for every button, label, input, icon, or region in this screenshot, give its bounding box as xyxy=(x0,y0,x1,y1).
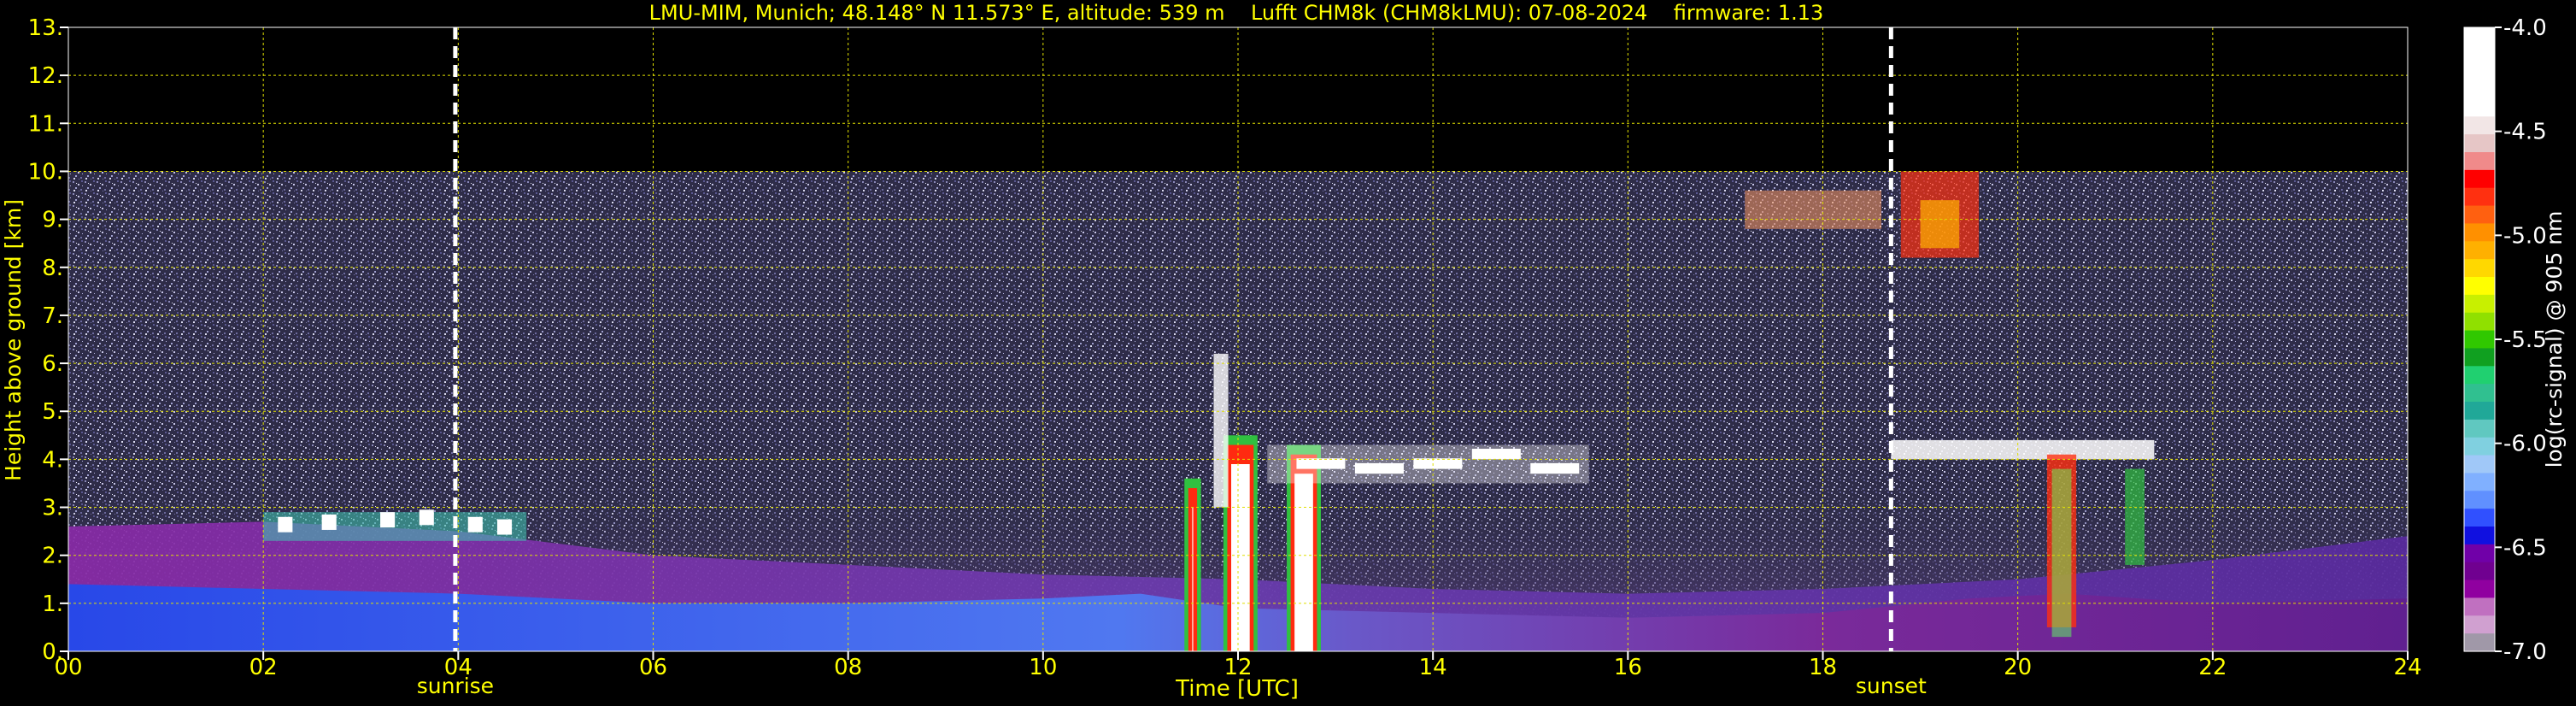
colorbar-tick-label: -5.0 xyxy=(2503,223,2547,249)
colorbar-swatch xyxy=(2464,44,2495,64)
colorbar-swatch xyxy=(2464,473,2495,491)
x-tick-label: 22 xyxy=(2198,655,2227,680)
anvil-streak xyxy=(1213,353,1229,508)
colorbar-swatch xyxy=(2464,348,2495,367)
colorbar-swatch xyxy=(2464,330,2495,350)
bl-cloud-top xyxy=(321,514,337,530)
colorbar-swatch xyxy=(2464,241,2495,260)
mid-cloud-top xyxy=(1296,458,1346,469)
evening-cloud-top xyxy=(1891,439,2155,460)
x-tick-label: 06 xyxy=(639,655,667,680)
y-tick-label: 5. xyxy=(42,399,63,425)
colorbar-swatch xyxy=(2464,205,2495,225)
colorbar-swatch xyxy=(2464,562,2495,581)
colorbar-swatch xyxy=(2464,294,2495,314)
colorbar-swatch xyxy=(2464,259,2495,278)
mid-cloud-top xyxy=(1530,462,1580,474)
y-tick-label: 7. xyxy=(42,303,63,329)
y-tick-label: 2. xyxy=(42,544,63,569)
colorbar-swatch xyxy=(2464,544,2495,563)
y-axis-label: Height above ground [km] xyxy=(1,199,26,481)
y-tick-label: 11. xyxy=(28,111,63,137)
colorbar-swatch xyxy=(2464,527,2495,545)
colorbar-swatch xyxy=(2464,633,2495,652)
colorbar-swatch xyxy=(2464,437,2495,456)
mid-cloud-top xyxy=(1413,458,1463,469)
x-tick-label: 20 xyxy=(2004,655,2032,680)
sunset-label: sunset xyxy=(1856,674,1927,698)
colorbar-swatch xyxy=(2464,80,2495,100)
colorbar-swatch xyxy=(2464,27,2495,46)
colorbar-tick-label: -4.0 xyxy=(2503,15,2547,41)
y-tick-label: 12. xyxy=(28,63,63,89)
bl-cloud-top xyxy=(496,519,513,535)
x-tick-label: 02 xyxy=(249,655,278,680)
high-cloud-center xyxy=(1920,200,1960,249)
colorbar-swatch xyxy=(2464,312,2495,332)
x-tick-label: 18 xyxy=(1809,655,1837,680)
mid-cloud-top xyxy=(1354,462,1404,474)
x-tick-label: 04 xyxy=(444,655,472,680)
colorbar-swatch xyxy=(2464,580,2495,599)
colorbar-swatch xyxy=(2464,597,2495,616)
colorbar-label: log(rc-signal) @ 905 nm xyxy=(2542,211,2567,468)
colorbar-tick-label: -6.5 xyxy=(2503,535,2547,561)
x-tick-label: 10 xyxy=(1029,655,1057,680)
colorbar-swatch xyxy=(2464,187,2495,207)
bl-cloud-top xyxy=(380,512,396,528)
bl-cloud-top xyxy=(467,516,483,532)
y-tick-label: 3. xyxy=(42,496,63,521)
x-tick-label: 24 xyxy=(2393,655,2421,680)
x-tick-label: 00 xyxy=(54,655,82,680)
colorbar-swatch xyxy=(2464,152,2495,171)
colorbar-tick-label: -4.5 xyxy=(2503,120,2547,145)
colorbar-swatch xyxy=(2464,491,2495,509)
y-tick-label: 1. xyxy=(42,591,63,617)
x-tick-label: 14 xyxy=(1419,655,1447,680)
bl-cloud-top xyxy=(419,509,434,526)
colorbar-swatch xyxy=(2464,419,2495,438)
y-tick-label: 4. xyxy=(42,447,63,473)
mid-cloud-top xyxy=(1471,449,1521,460)
y-tick-label: 6. xyxy=(42,351,63,377)
colorbar-swatch xyxy=(2464,134,2495,153)
colorbar-tick-label: -5.5 xyxy=(2503,327,2547,353)
colorbar-swatch xyxy=(2464,116,2495,135)
colorbar-swatch xyxy=(2464,402,2495,421)
cloud-tower-center xyxy=(1192,507,1194,651)
colorbar-swatch xyxy=(2464,169,2495,189)
x-axis-label: Time [UTC] xyxy=(1175,676,1299,702)
x-tick-label: 08 xyxy=(834,655,862,680)
colorbar-swatch xyxy=(2464,277,2495,296)
bl-cloud-top xyxy=(278,516,293,532)
colorbar-swatch xyxy=(2464,509,2495,527)
colorbar-swatch xyxy=(2464,615,2495,634)
colorbar-swatch xyxy=(2464,98,2495,117)
evening-fall-streak-2 xyxy=(2125,468,2145,565)
colorbar-swatch xyxy=(2464,455,2495,474)
colorbar-tick-label: -7.0 xyxy=(2503,639,2547,665)
colorbar-swatch xyxy=(2464,366,2495,385)
y-tick-label: 8. xyxy=(42,256,63,281)
ceilometer-chart: sunrise sunset 0.1.2.3.4.5.6.7.8.9.10.11.… xyxy=(0,0,2576,706)
evening-fall-streak-edge xyxy=(2051,468,2072,638)
colorbar-tick-label: -6.0 xyxy=(2503,432,2547,457)
cloud-tower-center xyxy=(1231,464,1250,651)
y-tick-label: 10. xyxy=(28,159,63,185)
chart-title: LMU-MIM, Munich; 48.148° N 11.573° E, al… xyxy=(649,1,1824,25)
x-tick-label: 16 xyxy=(1614,655,1642,680)
cloud-tower-center xyxy=(1294,474,1313,651)
colorbar-swatch xyxy=(2464,384,2495,403)
colorbar-swatch xyxy=(2464,62,2495,82)
y-tick-label: 9. xyxy=(42,208,63,233)
colorbar-swatch xyxy=(2464,223,2495,242)
high-cloud xyxy=(1745,190,1881,229)
y-tick-label: 13. xyxy=(28,15,63,41)
